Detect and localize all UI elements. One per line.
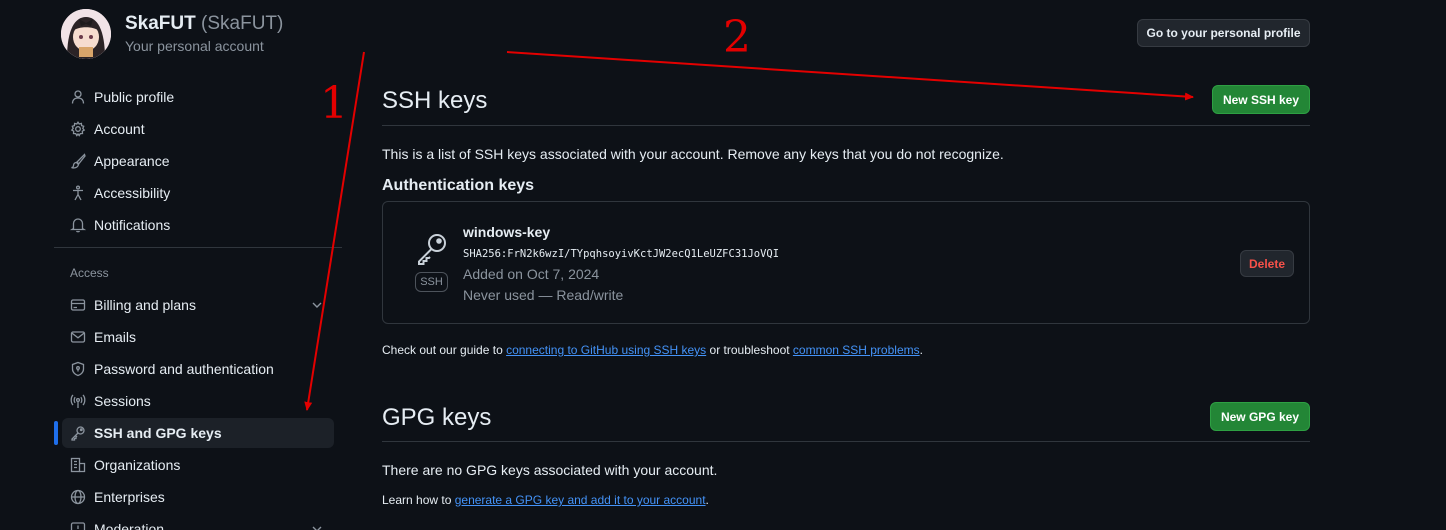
gpg-empty-text: There are no GPG keys associated with yo… (382, 462, 718, 478)
sidebar-item-label: Password and authentication (94, 361, 274, 377)
credit-card-icon (70, 297, 86, 313)
sidebar-item-password[interactable]: Password and authentication (62, 354, 334, 384)
sidebar-item-label: Organizations (94, 457, 181, 473)
ssh-badge: SSH (415, 272, 448, 292)
guide-middle: or troubleshoot (706, 343, 793, 357)
delete-key-button[interactable]: Delete (1240, 250, 1294, 277)
sidebar-item-sessions[interactable]: Sessions (62, 386, 334, 416)
sidebar-item-organizations[interactable]: Organizations (62, 450, 334, 480)
sidebar-item-label: Appearance (94, 153, 170, 169)
report-icon (70, 521, 86, 530)
sidebar-item-label: Sessions (94, 393, 151, 409)
sidebar-item-emails[interactable]: Emails (62, 322, 334, 352)
key-icon (418, 234, 446, 265)
sidebar-item-account[interactable]: Account (62, 114, 334, 144)
guide-suffix: . (919, 343, 923, 357)
new-gpg-key-button[interactable]: New GPG key (1210, 402, 1310, 431)
go-to-profile-button[interactable]: Go to your personal profile (1137, 19, 1310, 47)
sidebar-item-label: Moderation (94, 521, 165, 530)
sidebar-item-label: Enterprises (94, 489, 165, 505)
new-ssh-key-button[interactable]: New SSH key (1212, 85, 1310, 114)
gpg-keys-title: GPG keys (382, 404, 492, 431)
ssh-guide-link[interactable]: connecting to GitHub using SSH keys (506, 343, 706, 357)
ssh-key-item: SSH windows-key SHA256:FrN2k6wzI/TYpqhso… (382, 201, 1310, 324)
chevron-down-icon[interactable] (310, 298, 324, 312)
gpg-learn-text: Learn how to generate a GPG key and add … (382, 493, 709, 507)
profile-name: SkaFUT (SkaFUT) (125, 13, 283, 35)
avatar[interactable] (61, 9, 111, 59)
learn-suffix: . (705, 493, 709, 507)
auth-keys-heading: Authentication keys (382, 177, 535, 194)
sidebar-item-label: Account (94, 121, 145, 137)
profile-username: SkaFUT (125, 13, 196, 34)
broadcast-icon (70, 393, 86, 409)
ssh-guide-text: Check out our guide to connecting to Git… (382, 343, 923, 357)
ssh-description: This is a list of SSH keys associated wi… (382, 146, 1004, 162)
ssh-key-added: Added on Oct 7, 2024 (463, 266, 600, 282)
mail-icon (70, 329, 86, 345)
globe-icon (70, 489, 86, 505)
sidebar-heading-access: Access (70, 266, 109, 280)
sidebar-item-label: Accessibility (94, 185, 171, 201)
sidebar-item-label: Billing and plans (94, 297, 196, 313)
shield-lock-icon (70, 361, 86, 377)
ssh-key-name: windows-key (463, 224, 551, 240)
ssh-divider (382, 125, 1310, 126)
person-icon (70, 89, 86, 105)
sidebar-item-label: SSH and GPG keys (94, 425, 222, 441)
gpg-divider (382, 441, 1310, 442)
sidebar-item-notifications[interactable]: Notifications (62, 210, 334, 240)
sidebar-item-public-profile[interactable]: Public profile (62, 82, 334, 112)
ssh-troubleshoot-link[interactable]: common SSH problems (793, 343, 920, 357)
ssh-key-usage: Never used — Read/write (463, 287, 624, 303)
guide-prefix: Check out our guide to (382, 343, 507, 357)
sidebar-item-ssh-gpg-keys[interactable]: SSH and GPG keys (62, 418, 334, 448)
annotation-number-1: 1 (320, 78, 348, 129)
key-icon (70, 425, 86, 441)
arrow-to-new-ssh-key (506, 51, 1194, 101)
sidebar-item-accessibility[interactable]: Accessibility (62, 178, 334, 208)
profile-subtitle: Your personal account (125, 38, 264, 54)
accessibility-icon (70, 185, 86, 201)
ssh-keys-title: SSH keys (382, 87, 488, 114)
annotation-number-2: 2 (723, 12, 751, 63)
learn-prefix: Learn how to (382, 493, 455, 507)
organization-icon (70, 457, 86, 473)
chevron-down-icon[interactable] (310, 522, 324, 530)
sidebar-item-label: Public profile (94, 89, 175, 105)
gear-icon (70, 121, 86, 137)
active-indicator (54, 421, 58, 445)
sidebar-divider (54, 247, 342, 248)
bell-icon (70, 217, 86, 233)
sidebar-item-label: Notifications (94, 217, 171, 233)
profile-handle: (SkaFUT) (201, 13, 284, 34)
paintbrush-icon (70, 153, 86, 169)
gpg-guide-link[interactable]: generate a GPG key and add it to your ac… (455, 493, 706, 507)
settings-page: SkaFUT (SkaFUT) Your personal account Go… (0, 0, 1446, 530)
sidebar-item-enterprises[interactable]: Enterprises (62, 482, 334, 512)
sidebar-item-appearance[interactable]: Appearance (62, 146, 334, 176)
sidebar-item-moderation[interactable]: Moderation (62, 514, 334, 530)
ssh-key-fingerprint: SHA256:FrN2k6wzI/TYpqhsoyivKctJW2ecQ1LeU… (463, 248, 780, 260)
sidebar-item-label: Emails (94, 329, 137, 345)
sidebar-item-billing[interactable]: Billing and plans (62, 290, 334, 320)
